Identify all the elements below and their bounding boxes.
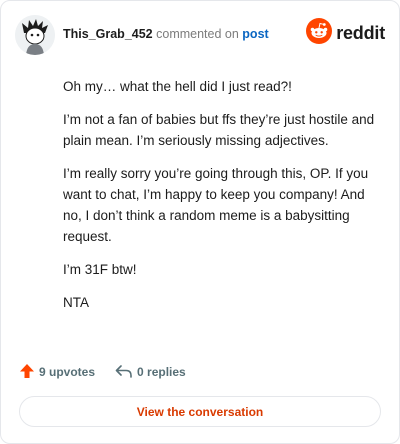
comment-header: This_Grab_452 commented on post reddit — [15, 15, 385, 55]
reply-count: 0 replies — [137, 365, 186, 379]
action-text: commented on — [156, 27, 239, 41]
reply-arrow-icon — [115, 363, 137, 382]
comment-paragraph: I’m really sorry you’re going through th… — [63, 166, 369, 244]
reddit-brand[interactable]: reddit — [306, 17, 385, 49]
upvote-button[interactable]: 9 upvotes — [19, 363, 95, 382]
upvote-count: 9 upvotes — [39, 365, 96, 379]
comment-card: This_Grab_452 commented on post reddit O… — [0, 0, 400, 444]
avatar[interactable] — [15, 15, 55, 55]
comment-paragraph: I’m not a fan of babies but ffs they’re … — [63, 112, 375, 148]
comment-paragraph: NTA — [63, 295, 89, 310]
post-link[interactable]: post — [242, 27, 268, 41]
comment-meta: This_Grab_452 commented on post — [63, 27, 269, 41]
view-conversation-button[interactable]: View the conversation — [19, 396, 381, 427]
comment-paragraph: Oh my… what the hell did I just read?! — [63, 79, 292, 94]
comment-body: Oh my… what the hell did I just read?! I… — [63, 76, 377, 325]
comment-actions: 9 upvotes 0 replies — [19, 363, 186, 381]
comment-paragraph: I’m 31F btw! — [63, 262, 137, 277]
upvote-arrow-icon — [19, 363, 39, 382]
reply-button[interactable]: 0 replies — [115, 363, 186, 382]
username[interactable]: This_Grab_452 — [63, 27, 153, 41]
reddit-logo-icon — [306, 17, 333, 49]
view-conversation-label: View the conversation — [136, 404, 264, 419]
reddit-wordmark: reddit — [336, 22, 385, 43]
